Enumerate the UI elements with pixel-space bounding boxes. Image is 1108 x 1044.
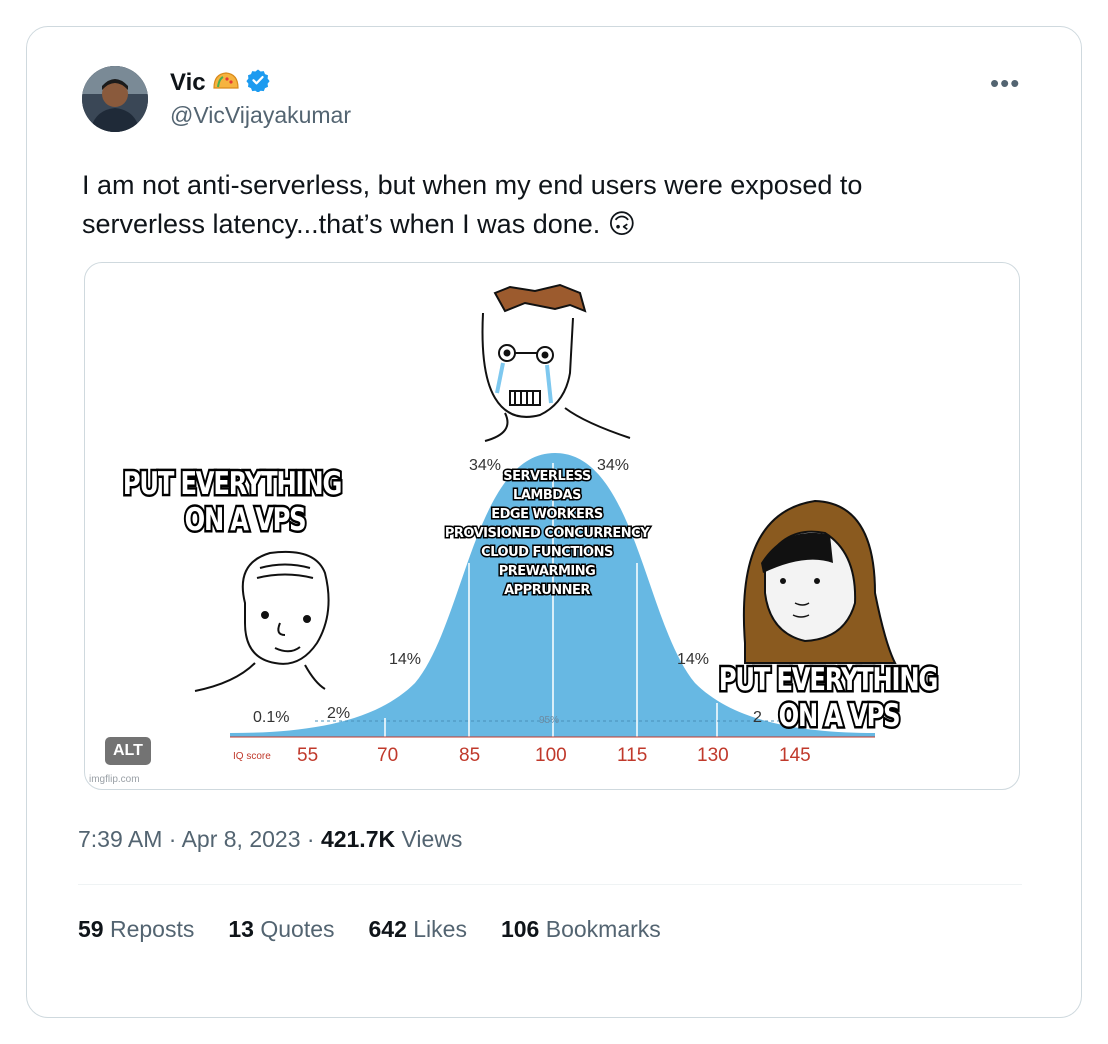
bookmarks-label: Bookmarks: [545, 916, 661, 942]
more-options-icon[interactable]: •••: [990, 68, 1020, 99]
crying-wojak: [481, 283, 631, 442]
iq-tick: 130: [697, 745, 729, 766]
avatar[interactable]: [82, 66, 148, 132]
tweet-date[interactable]: Apr 8, 2023: [182, 826, 301, 852]
pct-label: 14%: [389, 651, 422, 668]
separator-dot: ·: [306, 826, 321, 852]
iq-tick: 55: [297, 745, 319, 766]
iq-tick: 85: [459, 745, 481, 766]
center-list-item: EDGE WORKERS: [490, 506, 605, 524]
left-caption-line1: PUT EVERYTHING: [121, 466, 344, 502]
tweet-media[interactable]: PUT EVERYTHING ON A VPS PUT EVERYTHING O…: [84, 262, 1020, 790]
alt-badge[interactable]: ALT: [105, 737, 151, 765]
quotes-label: Quotes: [260, 916, 335, 942]
left-wojak: [194, 550, 330, 692]
right-caption-line1: PUT EVERYTHING: [717, 662, 940, 698]
pct-label: 34%: [597, 457, 630, 474]
iq-tick: 100: [535, 745, 567, 766]
tweet-meta: 7:39 AM · Apr 8, 2023 · 421.7K Views: [78, 826, 462, 853]
pct-label: 14%: [677, 651, 710, 668]
likes-stat[interactable]: 642 Likes: [369, 916, 467, 943]
pct-label: 0.1%: [253, 709, 290, 726]
views-label: Views: [401, 826, 463, 852]
reposts-count: 59: [78, 916, 104, 942]
tweet-text: I am not anti-serverless, but when my en…: [82, 170, 863, 239]
pct-label: 2: [753, 709, 762, 726]
center-list-item: PROVISIONED CONCURRENCY: [443, 525, 651, 543]
pct-label: 34%: [469, 457, 502, 474]
center-list-item: APPRUNNER: [503, 582, 592, 600]
bookmarks-stat[interactable]: 106 Bookmarks: [501, 916, 661, 943]
divider: [78, 884, 1022, 885]
iq-tick: 145: [779, 745, 811, 766]
center-list-item: LAMBDAS: [512, 487, 583, 505]
author-name[interactable]: Vic: [170, 69, 206, 97]
bookmarks-count: 106: [500, 916, 540, 942]
quotes-stat[interactable]: 13 Quotes: [228, 916, 334, 943]
center-list-item: SERVERLESS: [502, 468, 593, 486]
iq-tick: 70: [377, 745, 399, 766]
center-list-item: PREWARMING: [497, 563, 597, 581]
views-count: 421.7K: [320, 826, 396, 852]
likes-count: 642: [368, 916, 407, 942]
reposts-stat[interactable]: 59 Reposts: [78, 916, 194, 943]
author-handle[interactable]: @VicVijayakumar: [170, 102, 351, 129]
center-list-item: CLOUD FUNCTIONS: [480, 544, 615, 562]
avatar-image: [82, 66, 148, 132]
iq-axis-label: IQ score: [233, 751, 271, 762]
tweet-time[interactable]: 7:39 AM: [78, 826, 162, 852]
imgflip-watermark: imgflip.com: [89, 774, 140, 785]
left-caption-line2: ON A VPS: [183, 502, 309, 538]
author-name-row: Vic: [170, 68, 270, 97]
likes-label: Likes: [413, 916, 467, 942]
quotes-count: 13: [228, 916, 254, 942]
center-list: SERVERLESS LAMBDAS EDGE WORKERS PROVISIO…: [427, 467, 667, 600]
taco-icon: [212, 70, 240, 95]
separator-dot: ·: [168, 826, 182, 852]
engagement-stats: 59 Reposts 13 Quotes 642 Likes 106 Bookm…: [78, 916, 661, 943]
reposts-label: Reposts: [109, 916, 195, 942]
right-caption-line2: ON A VPS: [777, 698, 903, 734]
iq-tick: 115: [617, 745, 648, 766]
pct-label: 2%: [327, 705, 351, 722]
hooded-wojak: [742, 499, 897, 664]
verified-badge-icon: [245, 68, 270, 97]
pct-label: 95%: [539, 715, 560, 726]
